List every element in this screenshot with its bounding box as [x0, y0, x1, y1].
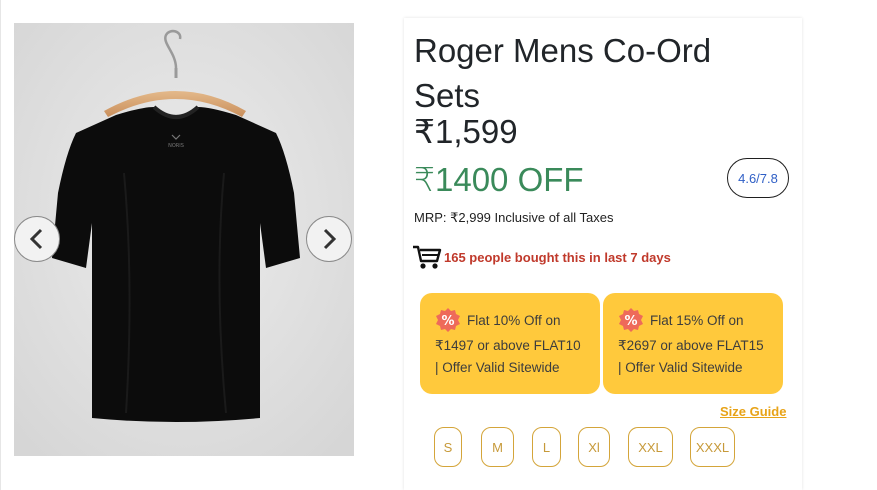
brand-mark: NORIS	[168, 143, 184, 149]
offer-card[interactable]: % Flat 10% Off on ₹1497 or above FLAT10 …	[420, 293, 600, 394]
chevron-right-icon	[323, 228, 337, 250]
size-option-xxxl[interactable]: XXXL	[690, 427, 735, 467]
previous-image-button[interactable]	[14, 216, 60, 262]
size-option-l[interactable]: L	[532, 427, 561, 467]
product-details-panel: Roger Mens Co-Ord Sets ₹1,599 ₹1400 OFF …	[404, 18, 802, 490]
size-option-m[interactable]: M	[481, 427, 514, 467]
size-guide-link[interactable]: Size Guide	[720, 404, 786, 419]
recent-purchases-text: 165 people bought this in last 7 days	[444, 249, 671, 265]
percent-badge-icon: %	[435, 307, 461, 333]
offer-line-1: % Flat 10% Off on	[435, 307, 600, 333]
percent-badge-icon: %	[618, 307, 644, 333]
offer-line-3: | Offer Valid Sitewide	[435, 360, 560, 375]
recent-purchases: 165 people bought this in last 7 days	[412, 244, 671, 270]
product-price: ₹1,599	[414, 113, 518, 150]
next-image-button[interactable]	[306, 216, 352, 262]
page-left-border	[0, 0, 1, 490]
product-title: Roger Mens Co-Ord Sets	[414, 32, 712, 114]
chevron-left-icon	[29, 228, 43, 250]
offer-line-1: % Flat 15% Off on	[618, 307, 783, 333]
mrp-text: MRP: ₹2,999 Inclusive of all Taxes	[414, 210, 614, 225]
discount-amount: ₹1400 OFF	[414, 161, 584, 198]
shopping-cart-icon	[413, 245, 442, 269]
size-option-xxl[interactable]: XXL	[628, 427, 673, 467]
offer-line-3: | Offer Valid Sitewide	[618, 360, 743, 375]
size-option-xl[interactable]: Xl	[578, 427, 610, 467]
rating-badge: 4.6/7.8	[727, 158, 789, 198]
svg-text:%: %	[624, 314, 637, 329]
tshirt-image: NORIS	[14, 23, 354, 456]
svg-text:%: %	[441, 314, 454, 329]
offer-card[interactable]: % Flat 15% Off on ₹2697 or above FLAT15 …	[603, 293, 783, 394]
product-image: NORIS	[14, 23, 354, 456]
size-option-s[interactable]: S	[434, 427, 462, 467]
